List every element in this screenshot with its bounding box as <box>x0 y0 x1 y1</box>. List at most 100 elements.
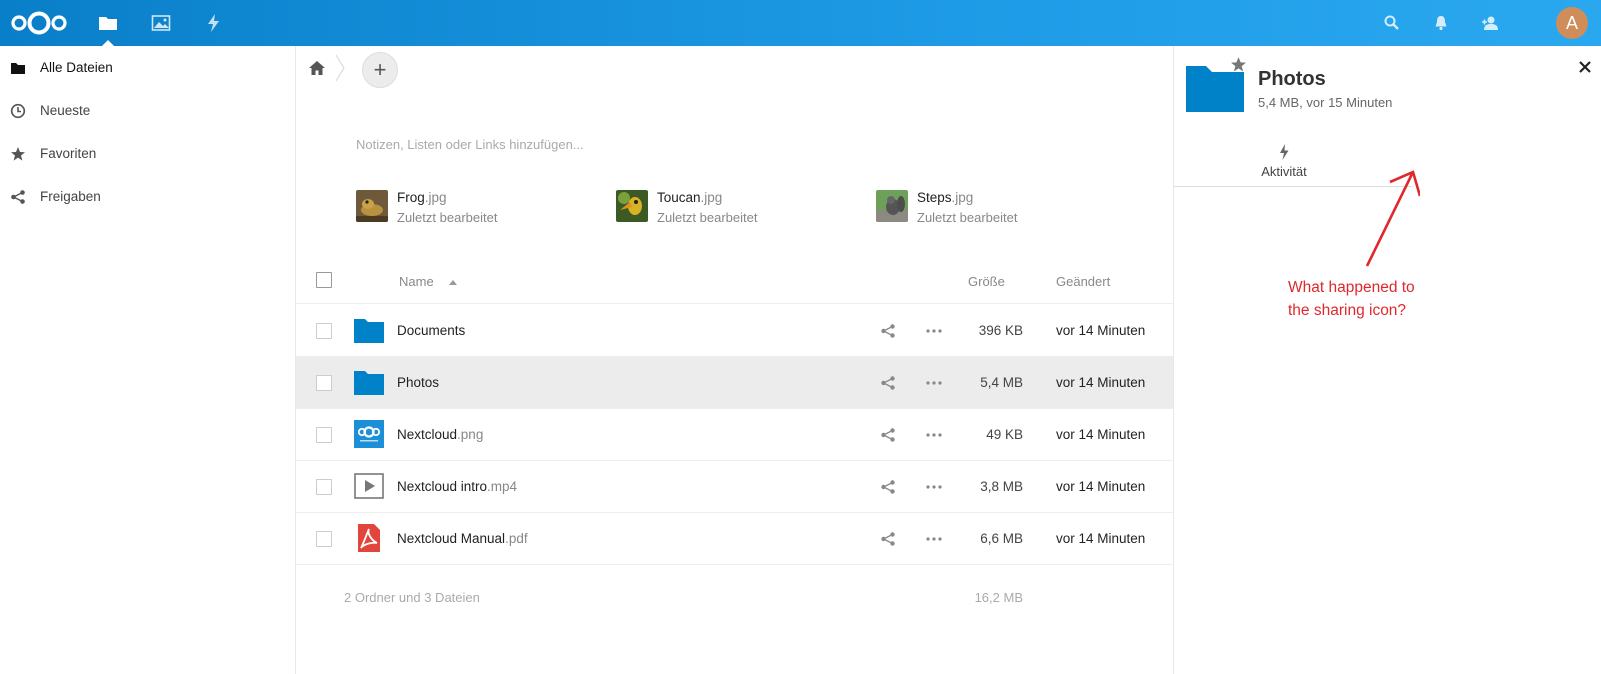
share-icon[interactable] <box>880 375 896 391</box>
file-summary: 2 Ordner und 3 Dateien <box>344 590 480 605</box>
recent-file-name: Toucan.jpg <box>657 190 723 205</box>
column-name-header[interactable]: Name <box>399 274 434 289</box>
file-name[interactable]: Nextcloud intro.mp4 <box>397 479 517 494</box>
recent-file-status: Zuletzt bearbeitet <box>397 210 498 225</box>
file-name[interactable]: Nextcloud Manual.pdf <box>397 531 528 546</box>
sidebar-item-label: Neueste <box>40 103 91 118</box>
clock-icon <box>10 103 26 119</box>
sidebar-item-label: Alle Dateien <box>40 60 113 75</box>
details-sidebar: Photos 5,4 MB, vor 15 Minuten Aktivität <box>1173 46 1601 674</box>
row-checkbox[interactable] <box>316 427 332 443</box>
share-icon[interactable] <box>880 531 896 547</box>
table-row[interactable]: Photos 5,4 MB vor 14 Minuten <box>296 356 1173 409</box>
toucan-thumbnail <box>616 190 648 222</box>
recent-file-name: Steps.jpg <box>917 190 974 205</box>
file-modified: vor 14 Minuten <box>1056 323 1146 338</box>
file-modified: vor 14 Minuten <box>1056 375 1146 390</box>
nextcloud-logo-icon[interactable] <box>10 9 68 37</box>
file-list-area: + Notizen, Listen oder Links hinzufügen.… <box>296 46 1173 674</box>
recent-file-name: Frog.jpg <box>397 190 447 205</box>
search-icon[interactable] <box>1383 14 1401 32</box>
sidebar-item-shares[interactable]: Freigaben <box>0 175 296 219</box>
sidebar-item-all-files[interactable]: Alle Dateien <box>0 46 296 90</box>
file-size: 396 KB <box>978 323 1023 338</box>
sidebar: Alle Dateien Neueste Favoriten Freigaben <box>0 46 296 674</box>
more-actions-icon[interactable] <box>925 432 943 438</box>
files-icon[interactable] <box>98 13 118 33</box>
activity-icon[interactable] <box>204 13 224 33</box>
annotation-arrow-icon <box>1365 170 1420 267</box>
panel-subtitle: 5,4 MB, vor 15 Minuten <box>1258 95 1393 110</box>
file-table-header: Name Größe Geändert <box>296 258 1173 304</box>
image-icon <box>354 420 384 448</box>
table-row[interactable]: Nextcloud.png 49 KB vor 14 Minuten <box>296 408 1173 461</box>
sidebar-item-label: Freigaben <box>40 189 101 204</box>
folder-icon <box>11 63 25 74</box>
more-actions-icon[interactable] <box>925 536 943 542</box>
new-button[interactable]: + <box>362 52 398 88</box>
more-actions-icon[interactable] <box>925 484 943 490</box>
recent-file-status: Zuletzt bearbeitet <box>917 210 1018 225</box>
annotation-line: What happened to <box>1288 279 1415 296</box>
row-checkbox[interactable] <box>316 323 332 339</box>
activity-icon <box>1280 144 1289 160</box>
file-size: 49 KB <box>986 427 1023 442</box>
rich-workspace-placeholder[interactable]: Notizen, Listen oder Links hinzufügen... <box>356 137 584 152</box>
annotation-text: What happened to the sharing icon? <box>1288 276 1458 322</box>
panel-title: Photos <box>1258 68 1326 90</box>
star-icon <box>11 147 25 161</box>
sort-ascending-icon <box>449 280 457 285</box>
table-row[interactable]: Nextcloud Manual.pdf 6,6 MB vor 14 Minut… <box>296 512 1173 565</box>
tab-activity[interactable]: Aktivität <box>1234 142 1334 186</box>
total-size: 16,2 MB <box>974 590 1023 605</box>
photos-icon[interactable] <box>151 13 171 33</box>
recent-file-frog[interactable]: Frog.jpg Zuletzt bearbeitet <box>356 190 616 226</box>
header-bar: A <box>0 0 1601 46</box>
file-name[interactable]: Nextcloud.png <box>397 427 483 442</box>
sidebar-item-recent[interactable]: Neueste <box>0 89 296 133</box>
more-actions-icon[interactable] <box>925 380 943 386</box>
file-modified: vor 14 Minuten <box>1056 479 1146 494</box>
pdf-icon <box>358 524 380 552</box>
file-size: 3,8 MB <box>980 479 1023 494</box>
more-actions-icon[interactable] <box>925 328 943 334</box>
share-icon[interactable] <box>880 323 896 339</box>
row-checkbox[interactable] <box>316 375 332 391</box>
column-size-header[interactable]: Größe <box>968 274 1005 289</box>
breadcrumb-separator-icon <box>335 54 345 82</box>
file-modified: vor 14 Minuten <box>1056 531 1146 546</box>
table-row[interactable]: Documents 396 KB vor 14 Minuten <box>296 304 1173 357</box>
file-modified: vor 14 Minuten <box>1056 427 1146 442</box>
file-size: 5,4 MB <box>980 375 1023 390</box>
select-all-checkbox[interactable] <box>316 272 332 288</box>
table-row[interactable]: Nextcloud intro.mp4 3,8 MB vor 14 Minute… <box>296 460 1173 513</box>
sidebar-item-label: Favoriten <box>40 146 97 161</box>
recent-file-steps[interactable]: Steps.jpg Zuletzt bearbeitet <box>876 190 1136 226</box>
folder-icon <box>354 319 384 343</box>
share-icon[interactable] <box>880 479 896 495</box>
row-checkbox[interactable] <box>316 479 332 495</box>
bell-icon[interactable] <box>1432 14 1450 32</box>
file-name[interactable]: Photos <box>397 375 439 390</box>
steps-thumbnail <box>876 190 908 222</box>
file-name[interactable]: Documents <box>397 323 465 338</box>
sidebar-item-favorites[interactable]: Favoriten <box>0 132 296 176</box>
folder-icon <box>354 371 384 395</box>
recent-file-toucan[interactable]: Toucan.jpg Zuletzt bearbeitet <box>616 190 876 226</box>
video-icon <box>354 473 384 499</box>
avatar[interactable]: A <box>1556 7 1588 39</box>
row-checkbox[interactable] <box>316 531 332 547</box>
share-icon[interactable] <box>880 427 896 443</box>
close-icon[interactable] <box>1578 60 1592 74</box>
contacts-icon[interactable] <box>1481 14 1499 32</box>
frog-thumbnail <box>356 190 388 222</box>
recent-file-status: Zuletzt bearbeitet <box>657 210 758 225</box>
column-modified-header[interactable]: Geändert <box>1056 274 1110 289</box>
favorite-star-icon[interactable] <box>1230 56 1247 73</box>
file-size: 6,6 MB <box>980 531 1023 546</box>
plus-icon: + <box>373 57 387 82</box>
home-icon[interactable] <box>308 60 326 76</box>
tab-label: Aktivität <box>1261 164 1307 179</box>
annotation-line: the sharing icon? <box>1288 302 1407 319</box>
share-icon <box>11 190 25 204</box>
